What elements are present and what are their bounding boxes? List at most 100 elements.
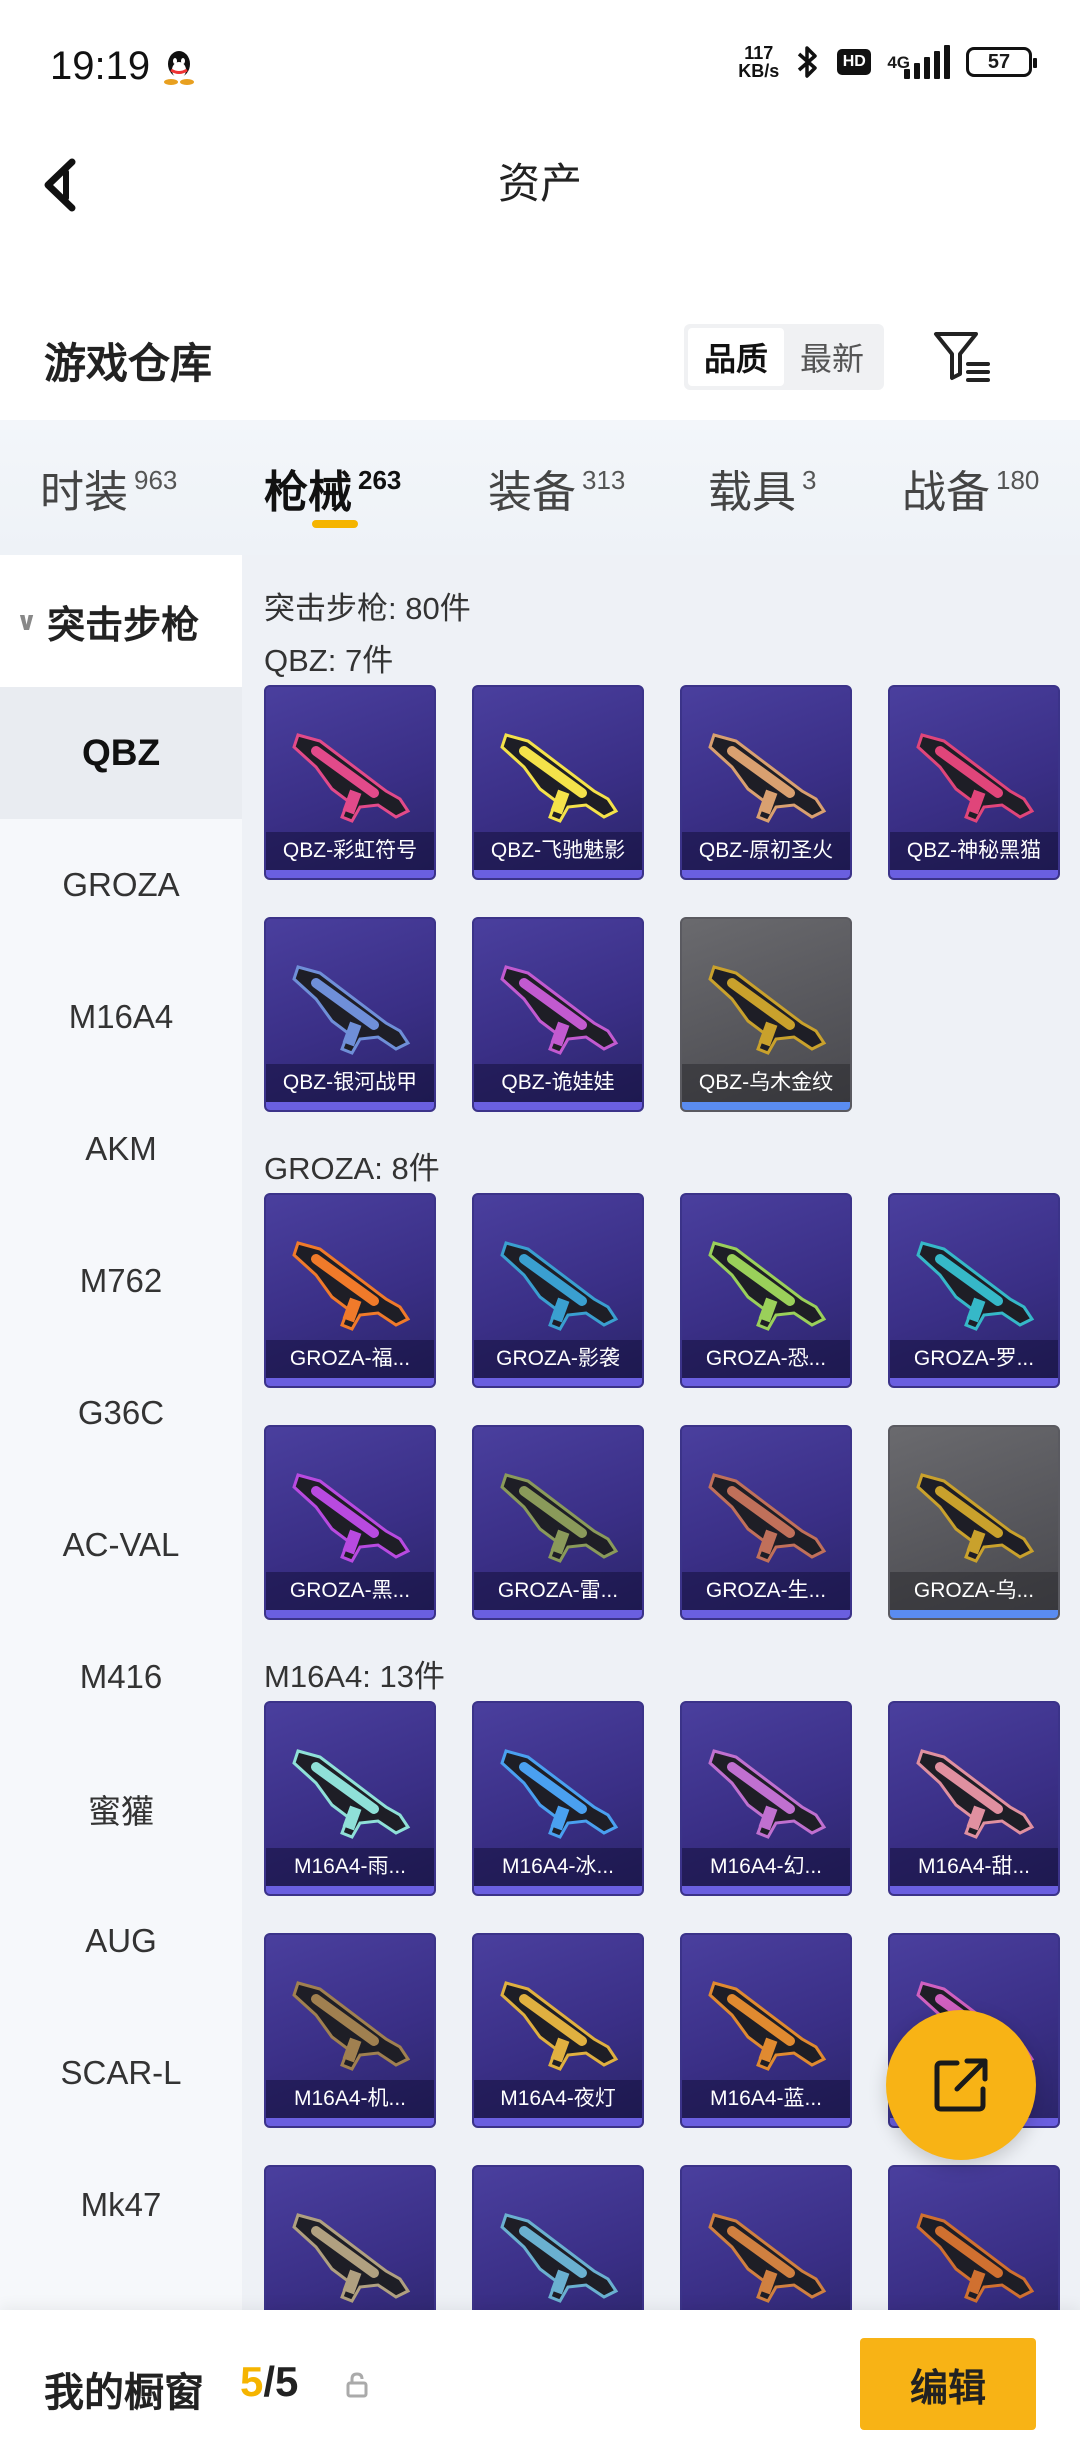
rarity-bar	[682, 870, 850, 878]
weapon-skin-card[interactable]: M16A4-甜...	[888, 1701, 1060, 1896]
rifle-icon	[500, 1241, 619, 1331]
weapon-skin-name: M16A4-机...	[266, 2080, 434, 2118]
weapon-skin-card[interactable]: QBZ-诡娃娃	[472, 917, 644, 1112]
weapon-skin-name: QBZ-乌木金纹	[682, 1064, 850, 1102]
status-bar: 19:19 117 KB/s HD 4G 57	[0, 0, 1080, 140]
sidebar-item-mk47[interactable]: Mk47	[0, 2139, 242, 2271]
weapon-skin-name: GROZA-福...	[266, 1340, 434, 1378]
weapon-skin-card[interactable]: GROZA-黑...	[264, 1425, 436, 1620]
weapon-skin-card[interactable]: GROZA-生...	[680, 1425, 852, 1620]
rifle-icon	[292, 2213, 411, 2303]
weapon-skin-name: M16A4-雨...	[266, 1848, 434, 1886]
tab-count: 180	[996, 465, 1040, 495]
tab-label: 战备	[902, 468, 990, 517]
weapon-skin-card[interactable]: M16A4-幻...	[680, 1701, 852, 1896]
tab-count: 963	[134, 465, 178, 495]
tab-fashion[interactable]: 时装 963	[40, 456, 177, 520]
rarity-bar	[682, 2118, 850, 2126]
sidebar-group-assault-rifles[interactable]: ∨ 突击步枪	[0, 555, 242, 687]
weapon-skin-card[interactable]: M16A4-夜灯	[472, 1933, 644, 2128]
sidebar-item-g36c[interactable]: G36C	[0, 1347, 242, 1479]
edit-button[interactable]: 编辑	[860, 2338, 1036, 2430]
weapon-skin-name: GROZA-乌...	[890, 1572, 1058, 1610]
showcase-title: 我的橱窗	[44, 2371, 204, 2415]
battery-level: 57	[987, 50, 1011, 73]
sidebar-item-m416[interactable]: M416	[0, 1611, 242, 1743]
tab-equipment[interactable]: 装备 313	[488, 456, 625, 520]
share-button[interactable]	[886, 2010, 1036, 2160]
weapon-skin-card[interactable]	[888, 2165, 1060, 2310]
rarity-bar	[266, 1610, 434, 1618]
tab-firearms[interactable]: 枪械 263	[264, 456, 401, 520]
sidebar-item-aug[interactable]: AUG	[0, 1875, 242, 2007]
rifle-icon	[500, 965, 619, 1055]
weapon-skin-card[interactable]: QBZ-银河战甲	[264, 917, 436, 1112]
weapon-skin-card[interactable]	[680, 2165, 852, 2310]
rarity-bar	[682, 1378, 850, 1386]
tab-label: 载具	[708, 468, 796, 517]
rifle-icon	[500, 733, 619, 823]
sidebar-item-m762[interactable]: M762	[0, 1215, 242, 1347]
weapon-skin-card[interactable]: M16A4-雨...	[264, 1701, 436, 1896]
rifle-icon	[708, 1749, 827, 1839]
net-speed-unit: KB/s	[738, 61, 780, 81]
weapon-skin-name: QBZ-彩虹符号	[266, 832, 434, 870]
sort-option-newest[interactable]: 最新	[784, 328, 880, 386]
weapon-skin-card[interactable]: QBZ-原初圣火	[680, 685, 852, 880]
sidebar-item-akm[interactable]: AKM	[0, 1083, 242, 1215]
rifle-icon	[292, 1241, 411, 1331]
weapon-skin-card[interactable]: GROZA-恐...	[680, 1193, 852, 1388]
weapon-skin-card[interactable]: QBZ-彩虹符号	[264, 685, 436, 880]
tab-label: 装备	[488, 468, 576, 517]
weapon-skin-name: QBZ-原初圣火	[682, 832, 850, 870]
weapon-skin-card[interactable]	[264, 2165, 436, 2310]
sort-option-quality[interactable]: 品质	[688, 328, 784, 386]
sidebar-item-honey-badger[interactable]: 蜜獾	[0, 1743, 242, 1875]
sidebar-item-qbz[interactable]: QBZ	[0, 687, 242, 819]
weapon-skin-name: M16A4-甜...	[890, 1848, 1058, 1886]
rarity-bar	[890, 1378, 1058, 1386]
tab-count: 263	[358, 465, 402, 495]
weapon-skin-name: GROZA-恐...	[682, 1340, 850, 1378]
weapon-skin-card[interactable]: GROZA-福...	[264, 1193, 436, 1388]
rarity-bar	[474, 1886, 642, 1894]
weapon-skin-card[interactable]: M16A4-蓝...	[680, 1933, 852, 2128]
rarity-bar	[474, 1378, 642, 1386]
showcase-current: 5	[240, 2358, 264, 2405]
weapon-skin-name: QBZ-神秘黑猫	[890, 832, 1058, 870]
rifle-icon	[916, 1473, 1035, 1563]
weapon-skin-name: QBZ-银河战甲	[266, 1064, 434, 1102]
weapon-skin-name: M16A4-幻...	[682, 1848, 850, 1886]
weapon-skin-card[interactable]: QBZ-神秘黑猫	[888, 685, 1060, 880]
filter-icon[interactable]	[930, 324, 994, 388]
weapon-skin-card[interactable]: M16A4-机...	[264, 1933, 436, 2128]
section-title: M16A4: 13件	[264, 1659, 445, 1694]
weapon-skin-name: M16A4-蓝...	[682, 2080, 850, 2118]
rifle-icon	[292, 1473, 411, 1563]
rifle-icon	[292, 965, 411, 1055]
weapon-skin-card[interactable]: GROZA-乌...	[888, 1425, 1060, 1620]
sidebar-item-groza[interactable]: GROZA	[0, 819, 242, 951]
showcase-count: 5/5	[240, 2358, 298, 2406]
weapon-skin-card[interactable]: QBZ-乌木金纹	[680, 917, 852, 1112]
signal-icon: 4G	[887, 45, 950, 79]
tab-vehicles[interactable]: 载具 3	[708, 456, 816, 520]
sidebar-item-ac-val[interactable]: AC-VAL	[0, 1479, 242, 1611]
status-time: 19:19	[50, 44, 151, 88]
rifle-icon	[916, 733, 1035, 823]
weapon-skin-card[interactable]: GROZA-雷...	[472, 1425, 644, 1620]
category-total: 突击步枪: 80件	[264, 591, 471, 626]
weapon-skin-card[interactable]: M16A4-冰...	[472, 1701, 644, 1896]
tab-count: 313	[582, 465, 626, 495]
weapon-skin-card[interactable]	[472, 2165, 644, 2310]
rarity-bar	[890, 1886, 1058, 1894]
rifle-icon	[708, 1473, 827, 1563]
tab-supplies[interactable]: 战备 180	[902, 456, 1039, 520]
sidebar-item-m16a4[interactable]: M16A4	[0, 951, 242, 1083]
weapon-skin-card[interactable]: GROZA-罗...	[888, 1193, 1060, 1388]
sidebar-item-scar-l[interactable]: SCAR-L	[0, 2007, 242, 2139]
rifle-icon	[708, 965, 827, 1055]
net-speed: 117 KB/s	[738, 44, 779, 80]
weapon-skin-card[interactable]: GROZA-影袭	[472, 1193, 644, 1388]
weapon-skin-card[interactable]: QBZ-飞驰魅影	[472, 685, 644, 880]
